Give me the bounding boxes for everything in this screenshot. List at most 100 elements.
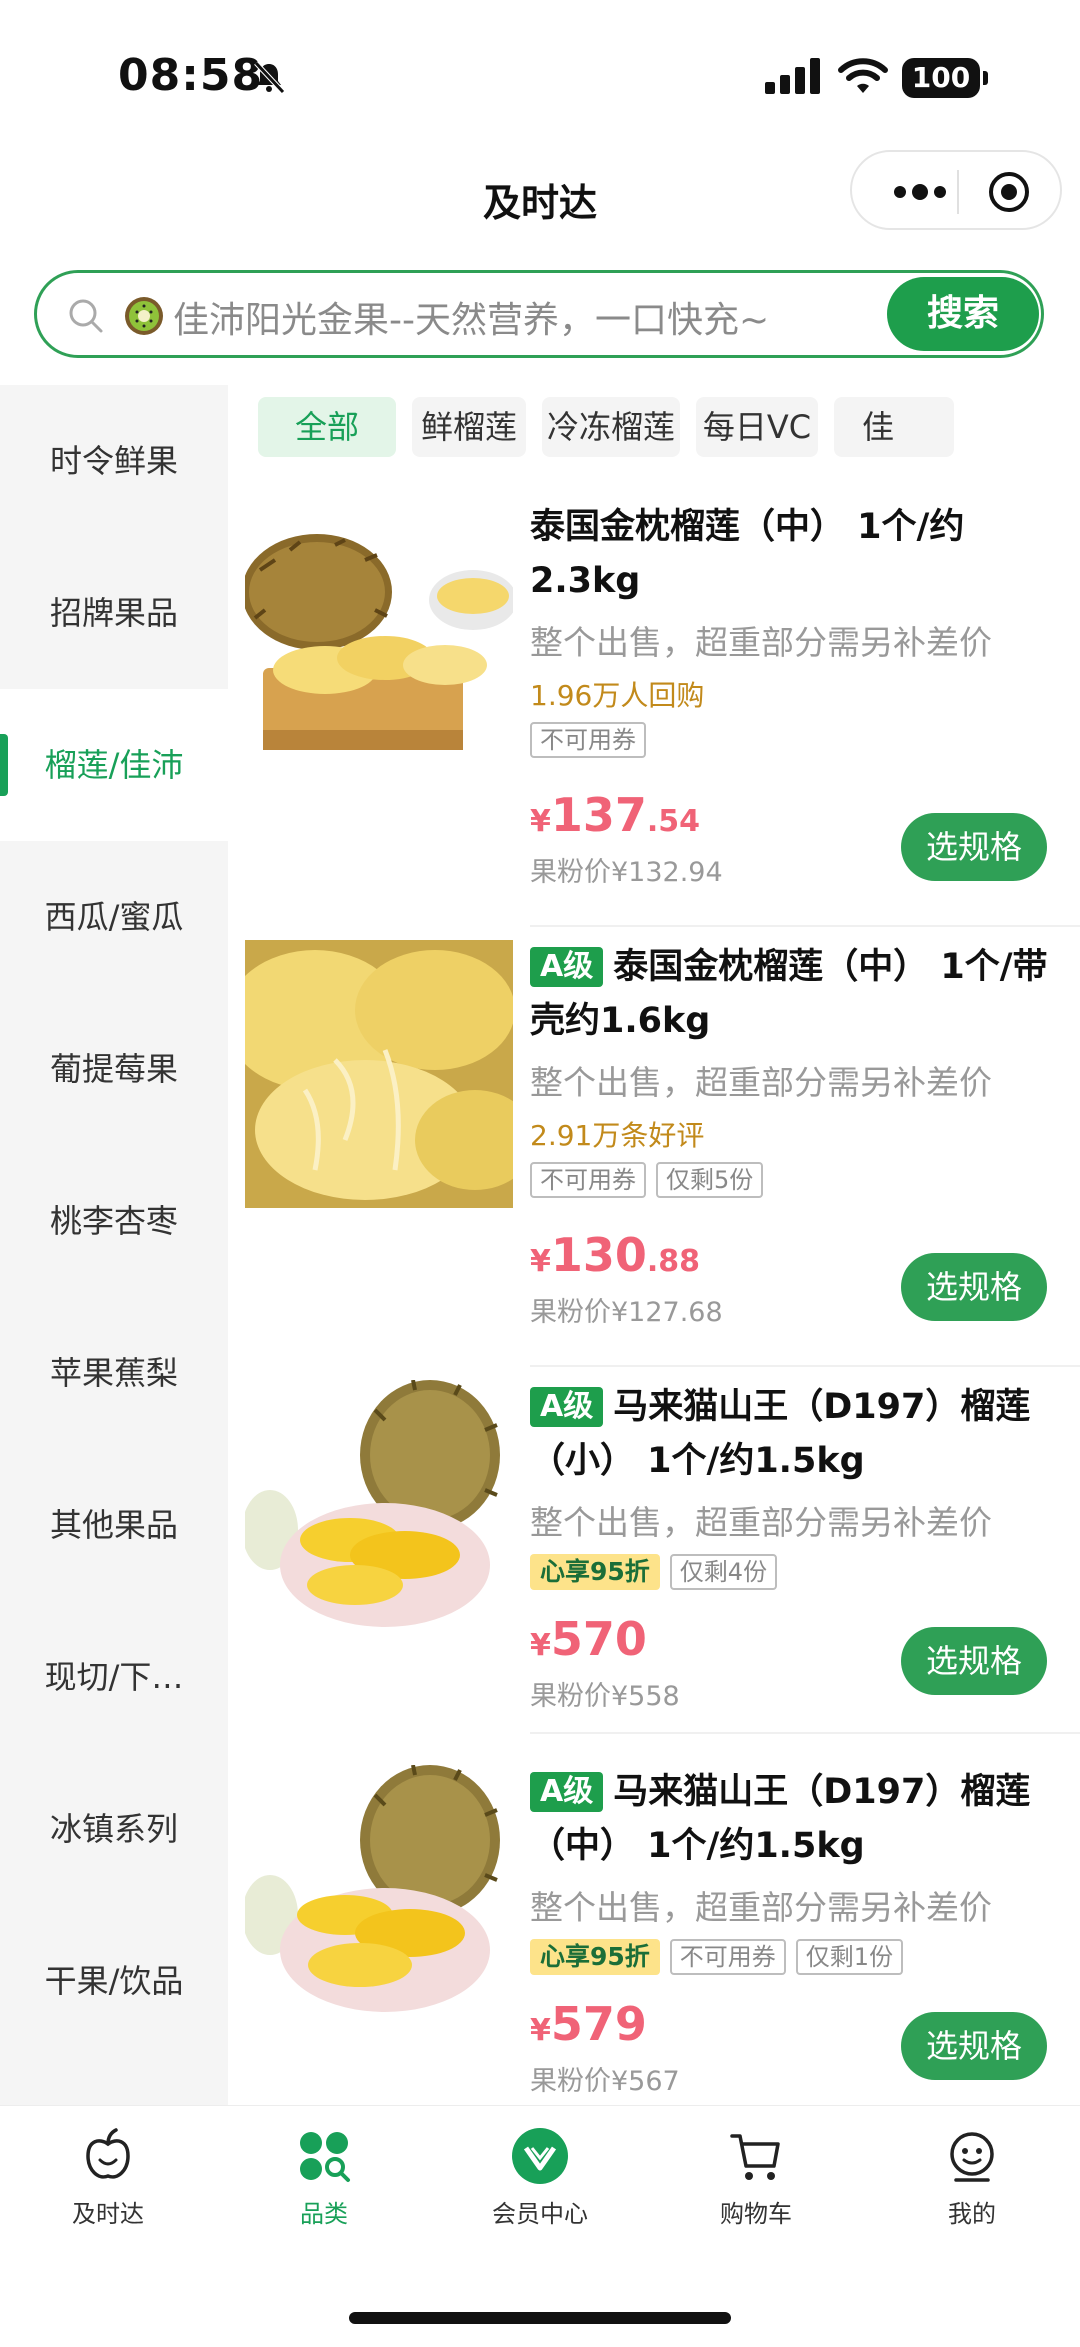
product-name[interactable]: 泰国金枕榴莲（中） 1个/约2.3kg [530,500,1070,608]
bottom-tab-bar: 及时达 品类 会员中心 购物车 我的 [0,2105,1080,2347]
product-price: ¥570 [530,1612,647,1666]
subcategory-tags: 全部 鲜榴莲 冷冻榴莲 每日VC 佳 [228,385,1080,470]
product-info-row: 2.91万条好评 [530,1114,704,1154]
signal-icon [765,58,820,94]
tag-daily-vc[interactable]: 每日VC [696,397,818,457]
price-integer: 579 [550,1997,647,2051]
sidebar-item-other-fruit[interactable]: 其他果品 [0,1449,228,1601]
divider [530,1732,1080,1734]
home-indicator [349,2312,731,2324]
currency-symbol: ¥ [530,804,551,839]
sidebar-item-seasonal[interactable]: 时令鲜果 [0,385,228,537]
select-spec-button[interactable]: 选规格 [901,1627,1047,1695]
sidebar-item-fresh-cut[interactable]: 现切/下… [0,1601,228,1753]
select-spec-button[interactable]: 选规格 [901,1253,1047,1321]
no-coupon-badge: 不可用券 [530,1162,646,1198]
sidebar-item-apple-banana-pear[interactable]: 苹果蕉梨 [0,1297,228,1449]
review-stat: 2.91万条好评 [530,1119,705,1152]
price-decimal: .54 [646,804,701,839]
select-spec-button[interactable]: 选规格 [901,813,1047,881]
product-badges: 心享95折 仅剩4份 [530,1554,787,1594]
sidebar-item-grapes-berries[interactable]: 葡提莓果 [0,993,228,1145]
price-integer: 137 [550,788,647,842]
tab-cart[interactable]: 购物车 [648,2126,864,2229]
sidebar-item-chilled[interactable]: 冰镇系列 [0,1753,228,1905]
title-bar: 及时达 [0,150,1080,260]
search-bar[interactable]: 佳沛阳光金果--天然营养，一口快充~ 搜索 [34,270,1044,358]
divider [530,1365,1080,1367]
tab-label: 购物车 [720,2200,792,2228]
product-card[interactable]: A级 泰国金枕榴莲（中） 1个/带壳约1.6kg 整个出售，超重部分需另补差价 2… [245,940,1080,1380]
product-name-text: 马来猫山王（D197）榴莲（中） 1个/约1.5kg [530,1772,1031,1866]
product-info-row: 1.96万人回购 [530,674,704,714]
sidebar-item-stone-fruit[interactable]: 桃李杏枣 [0,1145,228,1297]
grade-badge: A级 [530,947,604,987]
price-integer: 570 [550,1612,647,1666]
divider [530,925,1080,927]
tag-fresh-durian[interactable]: 鲜榴莲 [412,397,526,457]
tab-profile[interactable]: 我的 [864,2126,1080,2229]
search-placeholder: 佳沛阳光金果--天然营养，一口快充~ [173,300,770,341]
no-coupon-badge: 不可用券 [530,722,646,758]
tab-label: 品类 [300,2200,348,2228]
more-icon[interactable] [888,174,952,210]
sidebar-item-durian[interactable]: 榴莲/佳沛 [0,689,228,841]
tab-category[interactable]: 品类 [216,2126,432,2229]
select-spec-button[interactable]: 选规格 [901,2012,1047,2080]
member-badge-icon [512,2128,568,2184]
member-discount-badge: 心享95折 [530,1554,660,1590]
product-name[interactable]: A级 马来猫山王（D197）榴莲（中） 1个/约1.5kg [530,1765,1070,1873]
product-card[interactable]: 泰国金枕榴莲（中） 1个/约2.3kg 整个出售，超重部分需另补差价 1.96万… [245,500,1080,940]
member-price: 果粉价¥558 [530,1681,680,1712]
sales-stat: 1.96万人回购 [530,679,705,712]
price-decimal: .88 [646,1244,701,1279]
status-bar: 08:58 100 [0,0,1080,150]
tab-home[interactable]: 及时达 [0,2126,216,2229]
product-image[interactable] [245,940,513,1208]
product-badges: 不可用券 仅剩5份 [530,1162,773,1202]
stock-badge: 仅剩1份 [795,1939,904,1975]
product-name[interactable]: A级 泰国金枕榴莲（中） 1个/带壳约1.6kg [530,940,1070,1048]
sidebar-item-dried-drinks[interactable]: 干果/饮品 [0,1905,228,2057]
member-price: 果粉价¥127.68 [530,1297,723,1328]
product-price: ¥579 [530,1997,647,2051]
wifi-icon [838,58,888,93]
product-name-text: 马来猫山王（D197）榴莲（小） 1个/约1.5kg [530,1387,1031,1481]
profile-icon [950,2132,994,2182]
tag-kiwi[interactable]: 佳 [834,397,954,457]
kiwi-icon [125,297,163,335]
product-description: 整个出售，超重部分需另补差价 [530,1888,992,1927]
close-target-icon[interactable] [987,170,1031,214]
status-time: 08:58 [118,50,264,101]
currency-symbol: ¥ [530,1628,551,1663]
sidebar-item-melon[interactable]: 西瓜/蜜瓜 [0,841,228,993]
sidebar-item-signature[interactable]: 招牌果品 [0,537,228,689]
tab-label: 及时达 [72,2200,144,2228]
member-price: 果粉价¥132.94 [530,857,723,888]
product-image[interactable] [245,1380,513,1648]
member-price: 果粉价¥567 [530,2066,680,2097]
battery-indicator: 100 [902,58,988,98]
product-badges: 心享95折 不可用券 仅剩1份 [530,1939,913,1979]
search-button[interactable]: 搜索 [887,277,1039,351]
product-image[interactable] [245,500,513,768]
product-name[interactable]: A级 马来猫山王（D197）榴莲（小） 1个/约1.5kg [530,1380,1070,1488]
mini-program-capsule [850,150,1062,230]
currency-symbol: ¥ [530,1244,551,1279]
tab-label: 我的 [948,2200,996,2228]
search-icon [69,299,103,333]
member-discount-badge: 心享95折 [530,1939,660,1975]
no-coupon-badge: 不可用券 [669,1939,786,1975]
product-card[interactable]: A级 马来猫山王（D197）榴莲（小） 1个/约1.5kg 整个出售，超重部分需另… [245,1380,1080,1820]
tab-member[interactable]: 会员中心 [432,2126,648,2229]
product-name-text: 泰国金枕榴莲（中） 1个/带壳约1.6kg [530,947,1048,1041]
product-image[interactable] [245,1765,513,2033]
product-description: 整个出售，超重部分需另补差价 [530,623,992,662]
capsule-divider [957,170,959,214]
price-integer: 130 [550,1228,647,1282]
apple-icon [86,2128,130,2179]
category-icon [300,2132,350,2182]
tag-all[interactable]: 全部 [258,397,396,457]
currency-symbol: ¥ [530,2013,551,2048]
tag-frozen-durian[interactable]: 冷冻榴莲 [542,397,680,457]
